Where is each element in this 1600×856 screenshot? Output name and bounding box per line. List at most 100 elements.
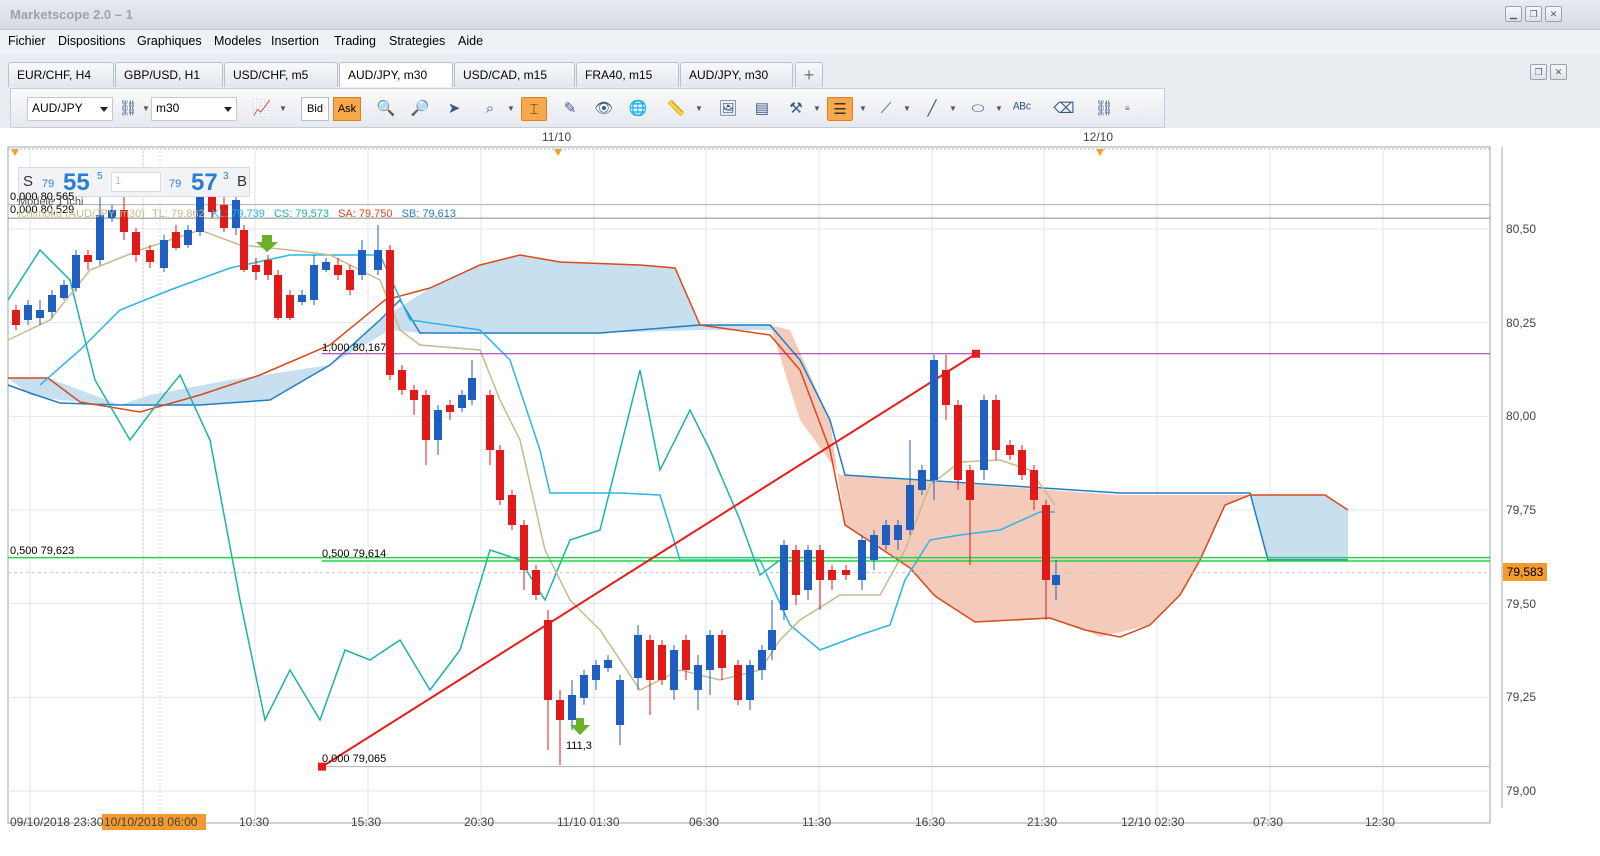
price-tick: 79,75 [1506, 503, 1537, 517]
pointer-icon[interactable]: ➤ [441, 97, 467, 121]
menu-bar: Fichier Dispositions Graphiques Modeles … [0, 30, 1600, 54]
buy-price-big[interactable]: 57 [191, 169, 218, 197]
image-icon[interactable]: 🖼 [715, 97, 741, 121]
candle-bearish [12, 310, 20, 325]
tab-usdchf-m5[interactable]: USD/CHF, m5 [224, 62, 338, 87]
tools-dropdown-icon[interactable]: ▼ [813, 97, 821, 121]
candle-bullish [322, 262, 330, 270]
menu-graphiques[interactable]: Graphiques [137, 34, 202, 48]
zoom-area-icon[interactable]: ⌕ [477, 97, 503, 121]
menu-fichier[interactable]: Fichier [8, 34, 46, 48]
chart-type-icon[interactable]: 📈 [249, 97, 275, 121]
legend-name: Ichimoku (AUD/JPY, m30) [18, 208, 145, 220]
candle-bearish [274, 275, 282, 318]
menu-dispositions[interactable]: Dispositions [58, 34, 125, 48]
layers-icon[interactable]: ☰ [827, 97, 853, 121]
tab-fra40-m15[interactable]: FRA40, m15 [576, 62, 679, 87]
candle-bearish [240, 230, 248, 270]
menu-modeles[interactable]: Modeles [214, 34, 261, 48]
zoom-in-icon[interactable]: 🔍 [373, 97, 399, 121]
candle-bearish [146, 250, 154, 262]
ellipse-dropdown-icon[interactable]: ▼ [995, 97, 1003, 121]
crosshair-icon[interactable]: ⌶ [521, 97, 547, 121]
ask-button[interactable]: Ask [333, 97, 361, 121]
menu-aide[interactable]: Aide [458, 34, 483, 48]
trend-line-icon[interactable]: ╱ [919, 97, 945, 121]
timeframe-select[interactable]: m30 [151, 97, 237, 121]
bid-button[interactable]: Bid [301, 97, 329, 121]
fan-dropdown-icon[interactable]: ▼ [903, 97, 911, 121]
trend-dropdown-icon[interactable]: ▼ [949, 97, 957, 121]
tab-audjpy-m30[interactable]: AUD/JPY, m30 [339, 62, 453, 87]
price-chart[interactable] [0, 128, 1600, 856]
symbol-select[interactable]: AUD/JPY [27, 97, 113, 121]
candle-bearish [544, 620, 552, 700]
tab-eurchf-h4[interactable]: EUR/CHF, H4 [8, 62, 114, 87]
time-tick: 10:30 [239, 815, 270, 829]
candle-bullish [374, 250, 382, 270]
candle-bullish [634, 635, 642, 678]
link-icon[interactable]: ⛓ [115, 97, 141, 121]
chart-area[interactable] [0, 128, 1600, 856]
fib-label-bottom: 0,000 79,065 [322, 753, 387, 765]
fan-lines-icon[interactable]: ⟋ [873, 97, 899, 121]
candle-bullish [24, 305, 32, 320]
ruler-icon[interactable]: 📏 [663, 97, 689, 121]
time-tick: 20:30 [464, 815, 495, 829]
eye-icon[interactable]: 👁 [591, 97, 617, 121]
candle-bearish [1006, 445, 1014, 455]
sell-price-pip[interactable]: 5 [97, 171, 103, 182]
plot-frame [7, 146, 1491, 824]
candle-bullish [310, 265, 318, 300]
candle-bearish [966, 470, 974, 500]
link-dropdown-icon[interactable]: ▼ [142, 97, 150, 121]
buy-price-pip[interactable]: 3 [223, 171, 229, 182]
buy-label[interactable]: B [237, 173, 247, 190]
candle-bearish [646, 640, 654, 680]
tab-gbpusd-h1[interactable]: GBP/USD, H1 [115, 62, 223, 87]
tools-icon[interactable]: ⚒ [783, 97, 809, 121]
quantity-input[interactable]: 1 [111, 172, 161, 192]
chart-restore-button[interactable]: ❐ [1530, 64, 1547, 80]
sell-price-prefix[interactable]: 79 [42, 178, 54, 190]
globe-icon[interactable]: 🌐 [625, 97, 651, 121]
candle-bearish [816, 550, 824, 580]
add-tab-button[interactable]: + [795, 62, 823, 87]
chart-close-button[interactable]: ✕ [1550, 64, 1567, 80]
candle-bullish [434, 410, 442, 440]
candle-bullish [592, 665, 600, 680]
time-tick: 10/10/2018 06:00 [104, 815, 198, 829]
menu-insertion[interactable]: Insertion [271, 34, 319, 48]
restore-button[interactable]: ❐ [1525, 6, 1542, 22]
close-button[interactable]: ✕ [1545, 6, 1562, 22]
candle-bearish [286, 295, 294, 318]
layers-dropdown-icon[interactable]: ▼ [859, 97, 867, 121]
candle-bullish [358, 250, 366, 275]
menu-trading[interactable]: Trading [334, 34, 376, 48]
window-icon[interactable]: ▤ [749, 97, 775, 121]
candle-bullish [894, 525, 902, 540]
price-tick: 80,50 [1506, 222, 1537, 236]
eraser-icon[interactable]: ⌫ [1051, 97, 1077, 121]
tab-usdcad-m15[interactable]: USD/CAD, m15 [454, 62, 575, 87]
ruler-dropdown-icon[interactable]: ▼ [695, 97, 703, 121]
chart-type-dropdown-icon[interactable]: ▼ [279, 97, 287, 121]
menu-strategies[interactable]: Strategies [389, 34, 445, 48]
properties-icon[interactable]: ✎ [557, 97, 583, 121]
buy-price-prefix[interactable]: 79 [169, 178, 181, 190]
minimize-button[interactable]: ▁ [1505, 6, 1522, 22]
price-tick: 79,50 [1506, 597, 1537, 611]
zoom-out-icon[interactable]: 🔎 [407, 97, 433, 121]
toolbar-more-icon[interactable]: ≡ [1125, 97, 1130, 121]
hierarchy-icon[interactable]: ⛓ [1091, 97, 1117, 121]
tab-audjpy-m30-2[interactable]: AUD/JPY, m30 [680, 62, 793, 87]
candle-bearish [734, 665, 742, 700]
title-bar: Marketscope 2.0 – 1 ▁ ❐ ✕ [0, 0, 1600, 30]
candle-bearish [682, 640, 690, 670]
fib-label-mid: 0,500 79,614 [322, 548, 387, 560]
zoom-area-dropdown-icon[interactable]: ▼ [507, 97, 515, 121]
sell-label[interactable]: S [23, 173, 33, 190]
candle-bearish [486, 395, 494, 450]
text-tool-icon[interactable]: ᴬᴮᶜ [1009, 97, 1035, 121]
ellipse-icon[interactable]: ⬭ [965, 97, 991, 121]
